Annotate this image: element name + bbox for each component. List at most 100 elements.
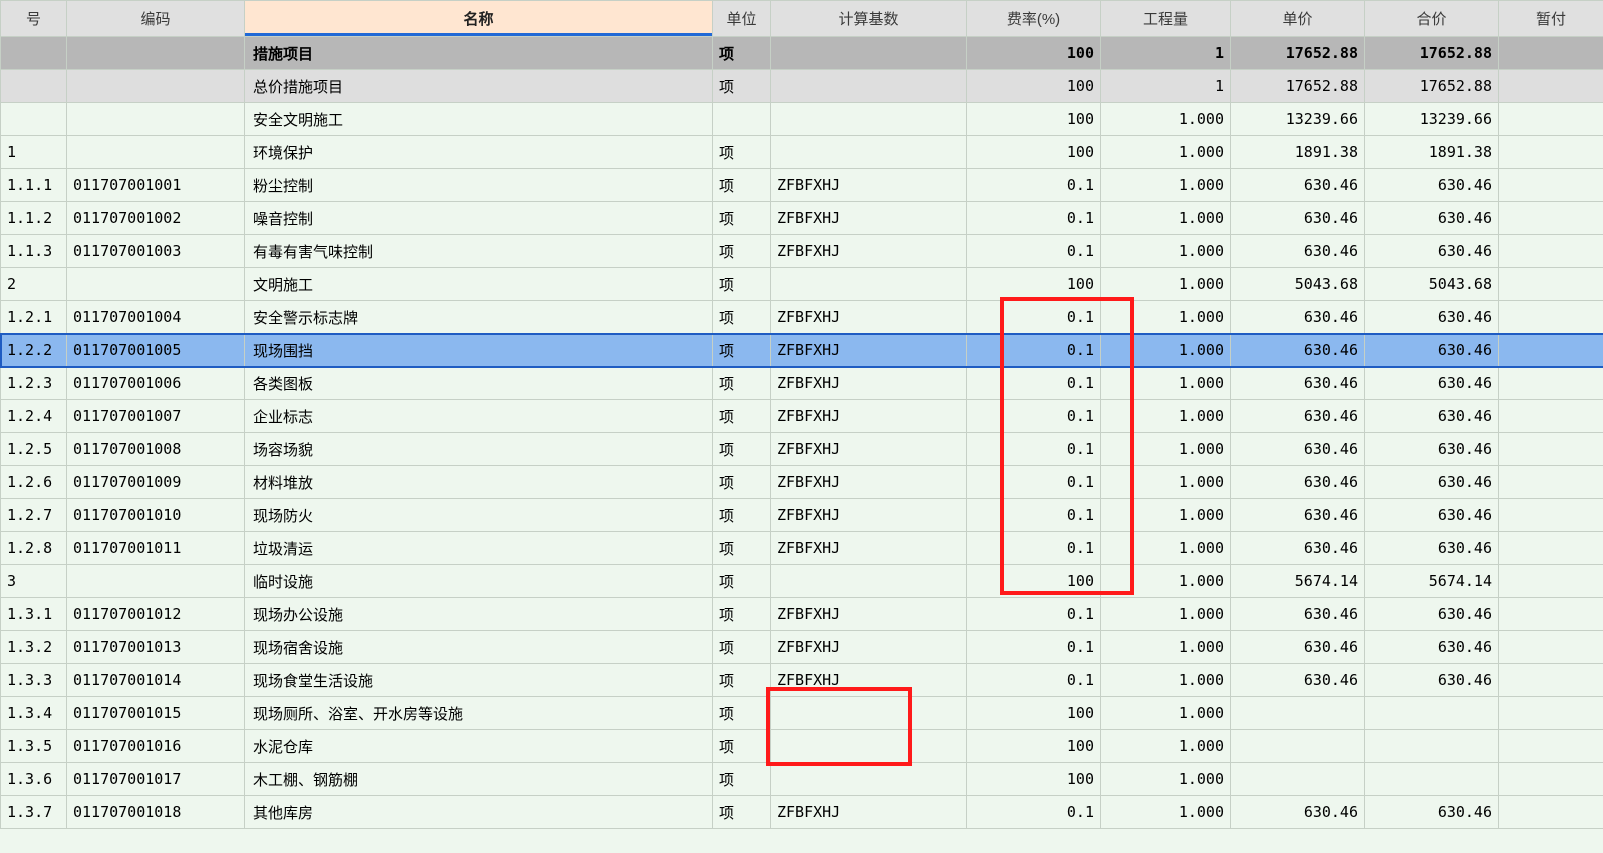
cell-seq[interactable] (1, 103, 67, 136)
cell-name[interactable]: 现场宿舍设施 (245, 631, 713, 664)
cell-temp[interactable] (1499, 37, 1603, 70)
cell-price[interactable]: 630.46 (1231, 400, 1365, 433)
cell-rate[interactable]: 0.1 (967, 598, 1101, 631)
cell-qty[interactable]: 1.000 (1101, 433, 1231, 466)
cell-base[interactable]: ZFBFXHJ (771, 598, 967, 631)
cell-base[interactable]: ZFBFXHJ (771, 433, 967, 466)
cell-seq[interactable] (1, 70, 67, 103)
cell-unit[interactable]: 项 (713, 169, 771, 202)
table-row[interactable]: 1.3.5011707001016水泥仓库项1001.000 (1, 730, 1603, 763)
cell-seq[interactable]: 1.2.6 (1, 466, 67, 499)
cell-name[interactable]: 环境保护 (245, 136, 713, 169)
cell-rate[interactable]: 100 (967, 70, 1101, 103)
cell-seq[interactable]: 1.3.6 (1, 763, 67, 796)
cell-qty[interactable]: 1 (1101, 70, 1231, 103)
cell-name[interactable]: 其他库房 (245, 796, 713, 829)
table-row[interactable]: 1环境保护项1001.0001891.381891.38 (1, 136, 1603, 169)
cell-base[interactable]: ZFBFXHJ (771, 334, 967, 367)
cell-total[interactable]: 630.46 (1365, 631, 1499, 664)
cell-rate[interactable]: 0.1 (967, 202, 1101, 235)
cell-seq[interactable]: 1.3.1 (1, 598, 67, 631)
header-base[interactable]: 计算基数 (771, 1, 967, 37)
cell-total[interactable]: 630.46 (1365, 334, 1499, 367)
cell-name[interactable]: 粉尘控制 (245, 169, 713, 202)
cell-temp[interactable] (1499, 103, 1603, 136)
header-name[interactable]: 名称 (245, 1, 713, 37)
cell-rate[interactable]: 0.1 (967, 466, 1101, 499)
cell-total[interactable]: 630.46 (1365, 598, 1499, 631)
cell-base[interactable]: ZFBFXHJ (771, 796, 967, 829)
cell-unit[interactable]: 项 (713, 631, 771, 664)
table-row[interactable]: 措施项目项100117652.8817652.88 (1, 37, 1603, 70)
cell-rate[interactable]: 0.1 (967, 631, 1101, 664)
cell-temp[interactable] (1499, 334, 1603, 367)
cell-total[interactable]: 630.46 (1365, 367, 1499, 400)
cell-temp[interactable] (1499, 598, 1603, 631)
cell-temp[interactable] (1499, 202, 1603, 235)
cell-code[interactable]: 011707001011 (67, 532, 245, 565)
cell-total[interactable]: 630.46 (1365, 400, 1499, 433)
cell-code[interactable]: 011707001003 (67, 235, 245, 268)
cell-seq[interactable]: 1.3.4 (1, 697, 67, 730)
cell-seq[interactable]: 1.2.4 (1, 400, 67, 433)
cell-base[interactable]: ZFBFXHJ (771, 466, 967, 499)
cell-price[interactable]: 13239.66 (1231, 103, 1365, 136)
cell-total[interactable] (1365, 697, 1499, 730)
cell-unit[interactable]: 项 (713, 466, 771, 499)
cell-unit[interactable]: 项 (713, 598, 771, 631)
cell-price[interactable]: 630.46 (1231, 367, 1365, 400)
cell-name[interactable]: 各类图板 (245, 367, 713, 400)
cell-rate[interactable]: 0.1 (967, 400, 1101, 433)
table-row[interactable]: 1.3.7011707001018其他库房项ZFBFXHJ0.11.000630… (1, 796, 1603, 829)
cell-price[interactable]: 5674.14 (1231, 565, 1365, 598)
cell-temp[interactable] (1499, 796, 1603, 829)
cell-code[interactable] (67, 70, 245, 103)
cell-qty[interactable]: 1.000 (1101, 202, 1231, 235)
cell-temp[interactable] (1499, 433, 1603, 466)
header-temp[interactable]: 暂付 (1499, 1, 1603, 37)
cell-total[interactable]: 630.46 (1365, 301, 1499, 334)
header-rate[interactable]: 费率(%) (967, 1, 1101, 37)
table-row[interactable]: 1.2.7011707001010现场防火项ZFBFXHJ0.11.000630… (1, 499, 1603, 532)
cell-code[interactable]: 011707001002 (67, 202, 245, 235)
cell-name[interactable]: 现场防火 (245, 499, 713, 532)
cell-unit[interactable]: 项 (713, 202, 771, 235)
cell-base[interactable] (771, 37, 967, 70)
cell-code[interactable] (67, 565, 245, 598)
table-row[interactable]: 1.2.4011707001007企业标志项ZFBFXHJ0.11.000630… (1, 400, 1603, 433)
cell-qty[interactable]: 1 (1101, 37, 1231, 70)
table-row[interactable]: 1.3.4011707001015现场厕所、浴室、开水房等设施项1001.000 (1, 697, 1603, 730)
cell-base[interactable]: ZFBFXHJ (771, 301, 967, 334)
cell-rate[interactable]: 0.1 (967, 301, 1101, 334)
cell-temp[interactable] (1499, 367, 1603, 400)
cell-base[interactable]: ZFBFXHJ (771, 499, 967, 532)
cell-code[interactable]: 011707001009 (67, 466, 245, 499)
cell-code[interactable]: 011707001013 (67, 631, 245, 664)
cell-name[interactable]: 安全文明施工 (245, 103, 713, 136)
cell-temp[interactable] (1499, 565, 1603, 598)
table-row[interactable]: 1.2.6011707001009材料堆放项ZFBFXHJ0.11.000630… (1, 466, 1603, 499)
cell-code[interactable]: 011707001004 (67, 301, 245, 334)
table-row[interactable]: 1.3.1011707001012现场办公设施项ZFBFXHJ0.11.0006… (1, 598, 1603, 631)
cell-qty[interactable]: 1.000 (1101, 301, 1231, 334)
cell-unit[interactable]: 项 (713, 334, 771, 367)
cell-total[interactable]: 13239.66 (1365, 103, 1499, 136)
cell-price[interactable] (1231, 763, 1365, 796)
cell-temp[interactable] (1499, 697, 1603, 730)
cell-price[interactable]: 630.46 (1231, 631, 1365, 664)
table-row[interactable]: 1.2.1011707001004安全警示标志牌项ZFBFXHJ0.11.000… (1, 301, 1603, 334)
cell-base[interactable] (771, 103, 967, 136)
cell-temp[interactable] (1499, 631, 1603, 664)
cell-code[interactable]: 011707001012 (67, 598, 245, 631)
cell-total[interactable]: 630.46 (1365, 433, 1499, 466)
cell-base[interactable]: ZFBFXHJ (771, 664, 967, 697)
cell-total[interactable]: 630.46 (1365, 664, 1499, 697)
table-row[interactable]: 1.2.8011707001011垃圾清运项ZFBFXHJ0.11.000630… (1, 532, 1603, 565)
cell-price[interactable]: 1891.38 (1231, 136, 1365, 169)
cell-seq[interactable]: 1.2.2 (1, 334, 67, 367)
cell-unit[interactable]: 项 (713, 136, 771, 169)
cell-seq[interactable] (1, 37, 67, 70)
table-row[interactable]: 1.3.3011707001014现场食堂生活设施项ZFBFXHJ0.11.00… (1, 664, 1603, 697)
cell-code[interactable]: 011707001007 (67, 400, 245, 433)
cell-seq[interactable]: 1.2.3 (1, 367, 67, 400)
